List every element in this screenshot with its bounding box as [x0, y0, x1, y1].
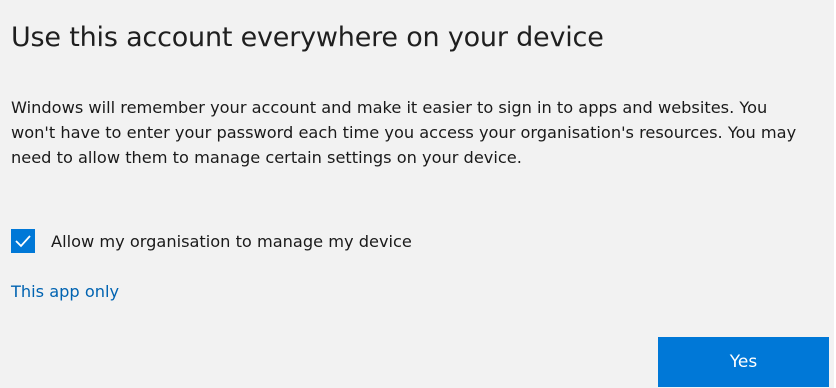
dialog-title: Use this account everywhere on your devi…	[11, 22, 604, 53]
dialog-description: Windows will remember your account and m…	[11, 98, 797, 167]
manage-device-checkbox[interactable]	[11, 229, 35, 253]
this-app-only-link[interactable]: This app only	[11, 282, 119, 301]
manage-device-checkbox-label[interactable]: Allow my organisation to manage my devic…	[51, 232, 412, 251]
account-dialog: Use this account everywhere on your devi…	[0, 0, 836, 388]
yes-button[interactable]: Yes	[658, 337, 829, 387]
checkmark-icon	[15, 235, 31, 248]
manage-device-checkbox-row[interactable]: Allow my organisation to manage my devic…	[11, 228, 412, 254]
